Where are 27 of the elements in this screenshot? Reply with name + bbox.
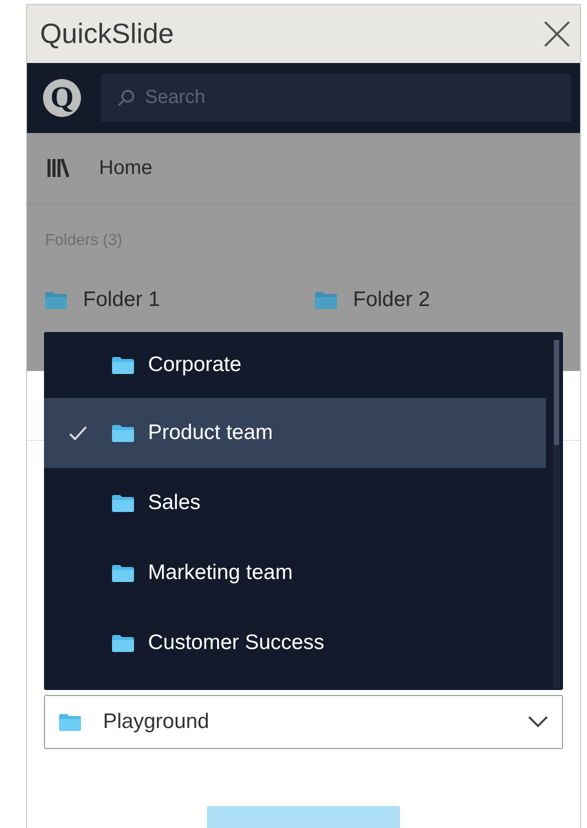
folder-dropdown[interactable]: Playground [44, 695, 563, 749]
scrollbar-thumb[interactable] [554, 340, 559, 445]
folder-icon [112, 634, 134, 652]
chevron-down-icon [528, 716, 548, 728]
folder-icon [112, 564, 134, 582]
folder-icon [112, 424, 134, 442]
dropdown-option[interactable]: Product team [44, 398, 546, 468]
search-icon [117, 89, 135, 107]
dropdown-option[interactable]: Customer Success [44, 608, 546, 678]
dropdown-option[interactable]: Corporate [44, 332, 546, 398]
library-icon [47, 158, 69, 178]
app-logo: Q [43, 79, 81, 117]
home-link[interactable]: Home [99, 156, 152, 180]
scrollbar[interactable] [553, 340, 560, 688]
dropdown-option[interactable]: Marketing team [44, 538, 546, 608]
folder-name[interactable]: Folder 1 [83, 288, 160, 312]
folder-icon [45, 292, 67, 308]
folder-name[interactable]: Folder 2 [353, 288, 430, 312]
folder-icon [112, 494, 134, 512]
dropdown-option[interactable]: Sales [44, 468, 546, 538]
window-title: QuickSlide [40, 18, 174, 50]
checkmark-icon [68, 425, 88, 441]
folder-icon [315, 292, 337, 308]
folder-icon [112, 356, 134, 374]
folder-icon [59, 714, 81, 730]
close-button[interactable] [542, 19, 572, 49]
search-field[interactable]: Search [101, 74, 571, 122]
